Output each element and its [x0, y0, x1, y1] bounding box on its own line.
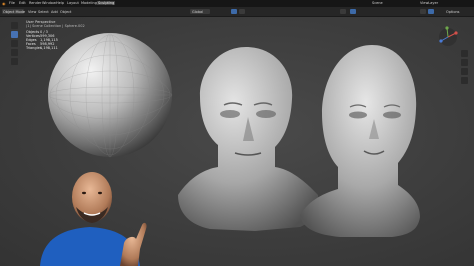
tab-layout[interactable]: Layout: [67, 1, 79, 5]
3d-viewport[interactable]: User Perspective (1) Scene Collection | …: [0, 17, 474, 266]
shading-material-button[interactable]: [428, 9, 434, 14]
view-layer-selector[interactable]: ViewLayer: [420, 1, 438, 5]
menu-render[interactable]: Render: [29, 1, 41, 5]
blender-logo-icon[interactable]: ◉: [2, 1, 6, 6]
scene-render: [40, 32, 420, 266]
menu-window[interactable]: Window: [42, 1, 56, 5]
low-poly-sphere[interactable]: [47, 32, 173, 158]
overlay-toggle[interactable]: [340, 9, 346, 14]
tab-modeling[interactable]: Modeling: [81, 1, 97, 5]
proportional-toggle[interactable]: [239, 9, 245, 14]
menu-bar: ◉ File Edit Render Window Help Layout Mo…: [0, 0, 474, 7]
menu-help[interactable]: Help: [56, 1, 64, 5]
shading-solid-button[interactable]: [420, 9, 426, 14]
transform-orientation-label: Global: [192, 9, 204, 14]
options-menu[interactable]: Options: [446, 10, 460, 14]
male-head-sculpt[interactable]: [178, 47, 319, 231]
mode-label: Object Mode: [3, 9, 26, 14]
presenter-webcam: [40, 172, 147, 266]
female-head-sculpt[interactable]: [300, 45, 420, 237]
scene-selector[interactable]: Scene: [372, 1, 383, 5]
menu-edit[interactable]: Edit: [19, 1, 26, 5]
viewport-header: Object Mode View Select Add Object Globa…: [0, 7, 474, 17]
snap-toggle[interactable]: [231, 9, 237, 14]
menu-object[interactable]: Object: [60, 10, 71, 14]
tab-sculpting[interactable]: Sculpting: [97, 1, 116, 5]
menu-select[interactable]: Select: [38, 10, 49, 14]
xray-toggle[interactable]: [350, 9, 356, 14]
menu-view[interactable]: View: [28, 10, 36, 14]
blender-window: ◉ File Edit Render Window Help Layout Mo…: [0, 0, 474, 266]
menu-add[interactable]: Add: [51, 10, 58, 14]
menu-file[interactable]: File: [9, 1, 15, 5]
